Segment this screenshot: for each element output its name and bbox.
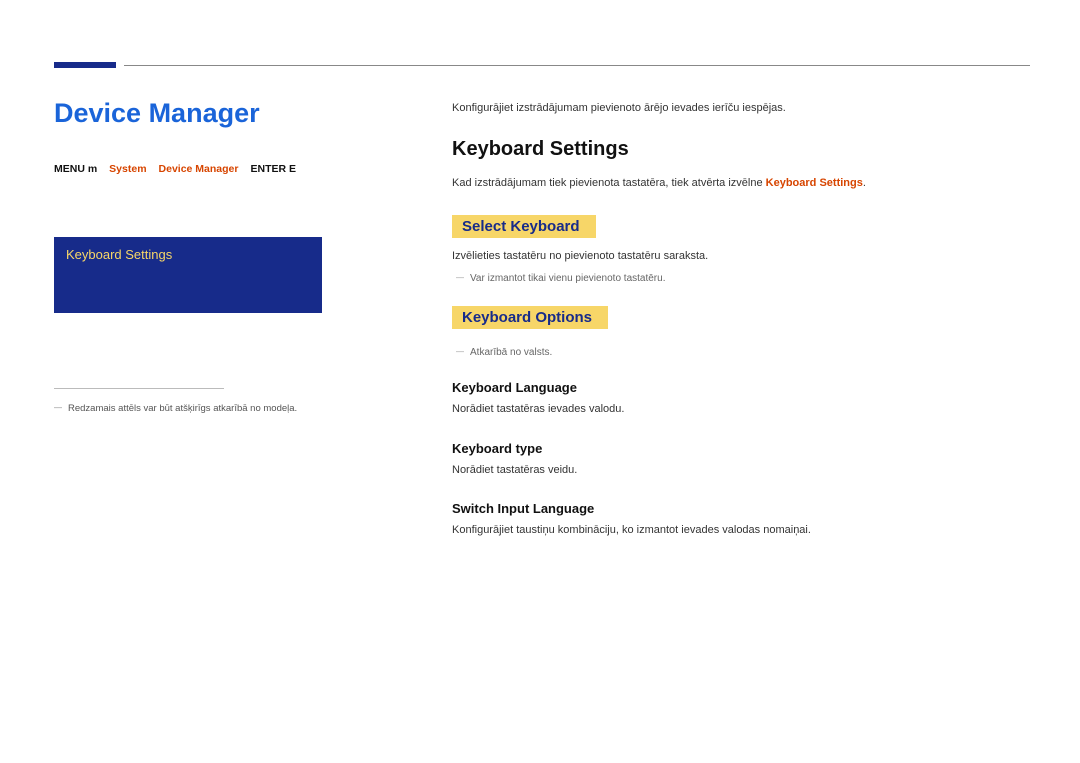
heading-switch-input-language: Switch Input Language xyxy=(452,501,1030,516)
keyboard-language-desc: Norādiet tastatēras ievades valodu. xyxy=(452,401,1030,419)
page-title: Device Manager xyxy=(54,98,389,129)
left-column: Device Manager MENU m System Device Mana… xyxy=(54,98,389,414)
top-border-line xyxy=(124,65,1030,66)
heading-keyboard-type: Keyboard type xyxy=(452,441,1030,456)
breadcrumb: MENU m System Device Manager ENTER E xyxy=(54,163,389,175)
label-select-keyboard: Select Keyboard xyxy=(452,215,596,238)
left-separator xyxy=(54,388,224,389)
switch-input-language-desc: Konfigurājiet taustiņu kombināciju, ko i… xyxy=(452,522,1030,540)
right-column: Konfigurājiet izstrādājumam pievienoto ā… xyxy=(452,102,1030,540)
select-keyboard-desc: Izvēlieties tastatēru no pievienoto tast… xyxy=(452,248,1030,266)
breadcrumb-device-manager: Device Manager xyxy=(159,163,239,175)
settings-desc-highlight: Keyboard Settings xyxy=(766,177,863,189)
heading-keyboard-settings: Keyboard Settings xyxy=(452,138,1030,161)
settings-desc-after: . xyxy=(863,177,866,189)
select-keyboard-bullet: Var izmantot tikai vienu pievienoto tast… xyxy=(470,273,1030,284)
breadcrumb-system: System xyxy=(109,163,146,175)
keyboard-type-desc: Norādiet tastatēras veidu. xyxy=(452,462,1030,480)
intro-text: Konfigurājiet izstrādājumam pievienoto ā… xyxy=(452,102,1030,114)
heading-keyboard-language: Keyboard Language xyxy=(452,380,1030,395)
keyboard-options-bullet: Atkarībā no valsts. xyxy=(470,347,1030,358)
settings-description: Kad izstrādājumam tiek pievienota tastat… xyxy=(452,175,1030,193)
breadcrumb-menu: MENU m xyxy=(54,163,97,175)
settings-panel: Keyboard Settings xyxy=(54,237,322,313)
label-keyboard-options: Keyboard Options xyxy=(452,306,608,329)
footnote-text: Redzamais attēls var būt atšķirīgs atkar… xyxy=(68,403,389,414)
top-accent-bar xyxy=(54,62,116,68)
panel-item-keyboard-settings: Keyboard Settings xyxy=(66,247,172,262)
settings-desc-before: Kad izstrādājumam tiek pievienota tastat… xyxy=(452,177,766,189)
breadcrumb-enter: ENTER E xyxy=(251,163,297,175)
